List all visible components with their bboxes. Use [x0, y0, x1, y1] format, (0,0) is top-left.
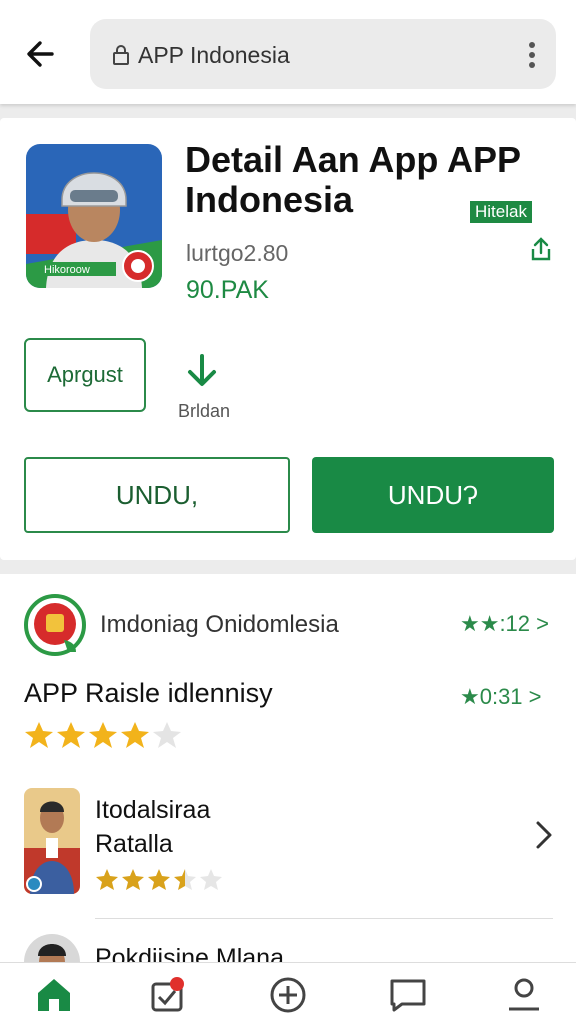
url-bar[interactable]: APP Indonesia: [90, 19, 556, 89]
reviews-title: APP Raisle idlennisy: [24, 678, 273, 708]
reviews-card: Imdoniag Onidomlesia ★★:12 > APP Raisle …: [0, 574, 576, 962]
chat-icon[interactable]: [388, 975, 428, 1015]
reviewer-avatar: [24, 788, 80, 894]
star-empty-icon: [153, 722, 181, 748]
star-icon: [121, 722, 149, 748]
star-icon: [122, 869, 144, 890]
reviewer-stars: [95, 868, 225, 897]
kebab-menu-icon[interactable]: [528, 41, 536, 74]
app-meta: lurtgo2.80: [186, 240, 289, 266]
app-price: 90.PAK: [186, 276, 269, 304]
add-circle-icon[interactable]: [268, 975, 308, 1015]
status-badge: Hitelak: [470, 201, 532, 223]
download-label: Brldan: [178, 401, 231, 421]
app-detail-card: Hikoroow Detail Aan App APP Indonesia Hi…: [0, 118, 576, 560]
reviewer-avatar: [24, 934, 80, 962]
divider: [95, 918, 553, 919]
share-icon[interactable]: [530, 236, 552, 267]
app-icon-caption: Hikoroow: [44, 264, 90, 276]
star-icon: [57, 722, 85, 748]
reviewer-subtitle: Ratalla: [95, 830, 173, 858]
star-half-icon: [174, 869, 196, 890]
star-empty-icon: [200, 869, 222, 890]
reviews-rating[interactable]: ★0:31 >: [460, 684, 542, 710]
developer-name[interactable]: Imdoniag Onidomlesia: [100, 611, 339, 639]
chevron-right-icon[interactable]: [534, 820, 554, 855]
developer-rating[interactable]: ★★:12 >: [460, 611, 549, 637]
home-icon[interactable]: [34, 975, 74, 1015]
app-icon[interactable]: Hikoroow: [26, 144, 162, 288]
arrow-left-icon[interactable]: [22, 34, 62, 74]
star-icon: [96, 869, 118, 890]
star-icon: [25, 722, 53, 748]
star-icon: [148, 869, 170, 890]
download-outline-button[interactable]: UNDU,: [24, 457, 290, 533]
browser-bar: APP Indonesia: [0, 0, 576, 104]
download-arrow-icon[interactable]: [182, 352, 222, 397]
url-text: APP Indonesia: [138, 42, 290, 68]
reviewer-name: Pokdijsine Mlana: [95, 944, 284, 962]
rating-stars: [24, 720, 184, 755]
developer-logo-icon[interactable]: [24, 594, 86, 656]
download-primary-button[interactable]: UNDUɁ: [312, 457, 554, 533]
inbox-badge-icon[interactable]: [148, 975, 188, 1015]
bottom-navigation: [0, 962, 576, 1024]
star-icon: [89, 722, 117, 748]
profile-icon[interactable]: [504, 975, 544, 1015]
reviewer-name: Itodalsiraa: [95, 796, 211, 824]
lock-icon: [112, 44, 130, 71]
tag-button[interactable]: Aprgust: [24, 338, 146, 412]
